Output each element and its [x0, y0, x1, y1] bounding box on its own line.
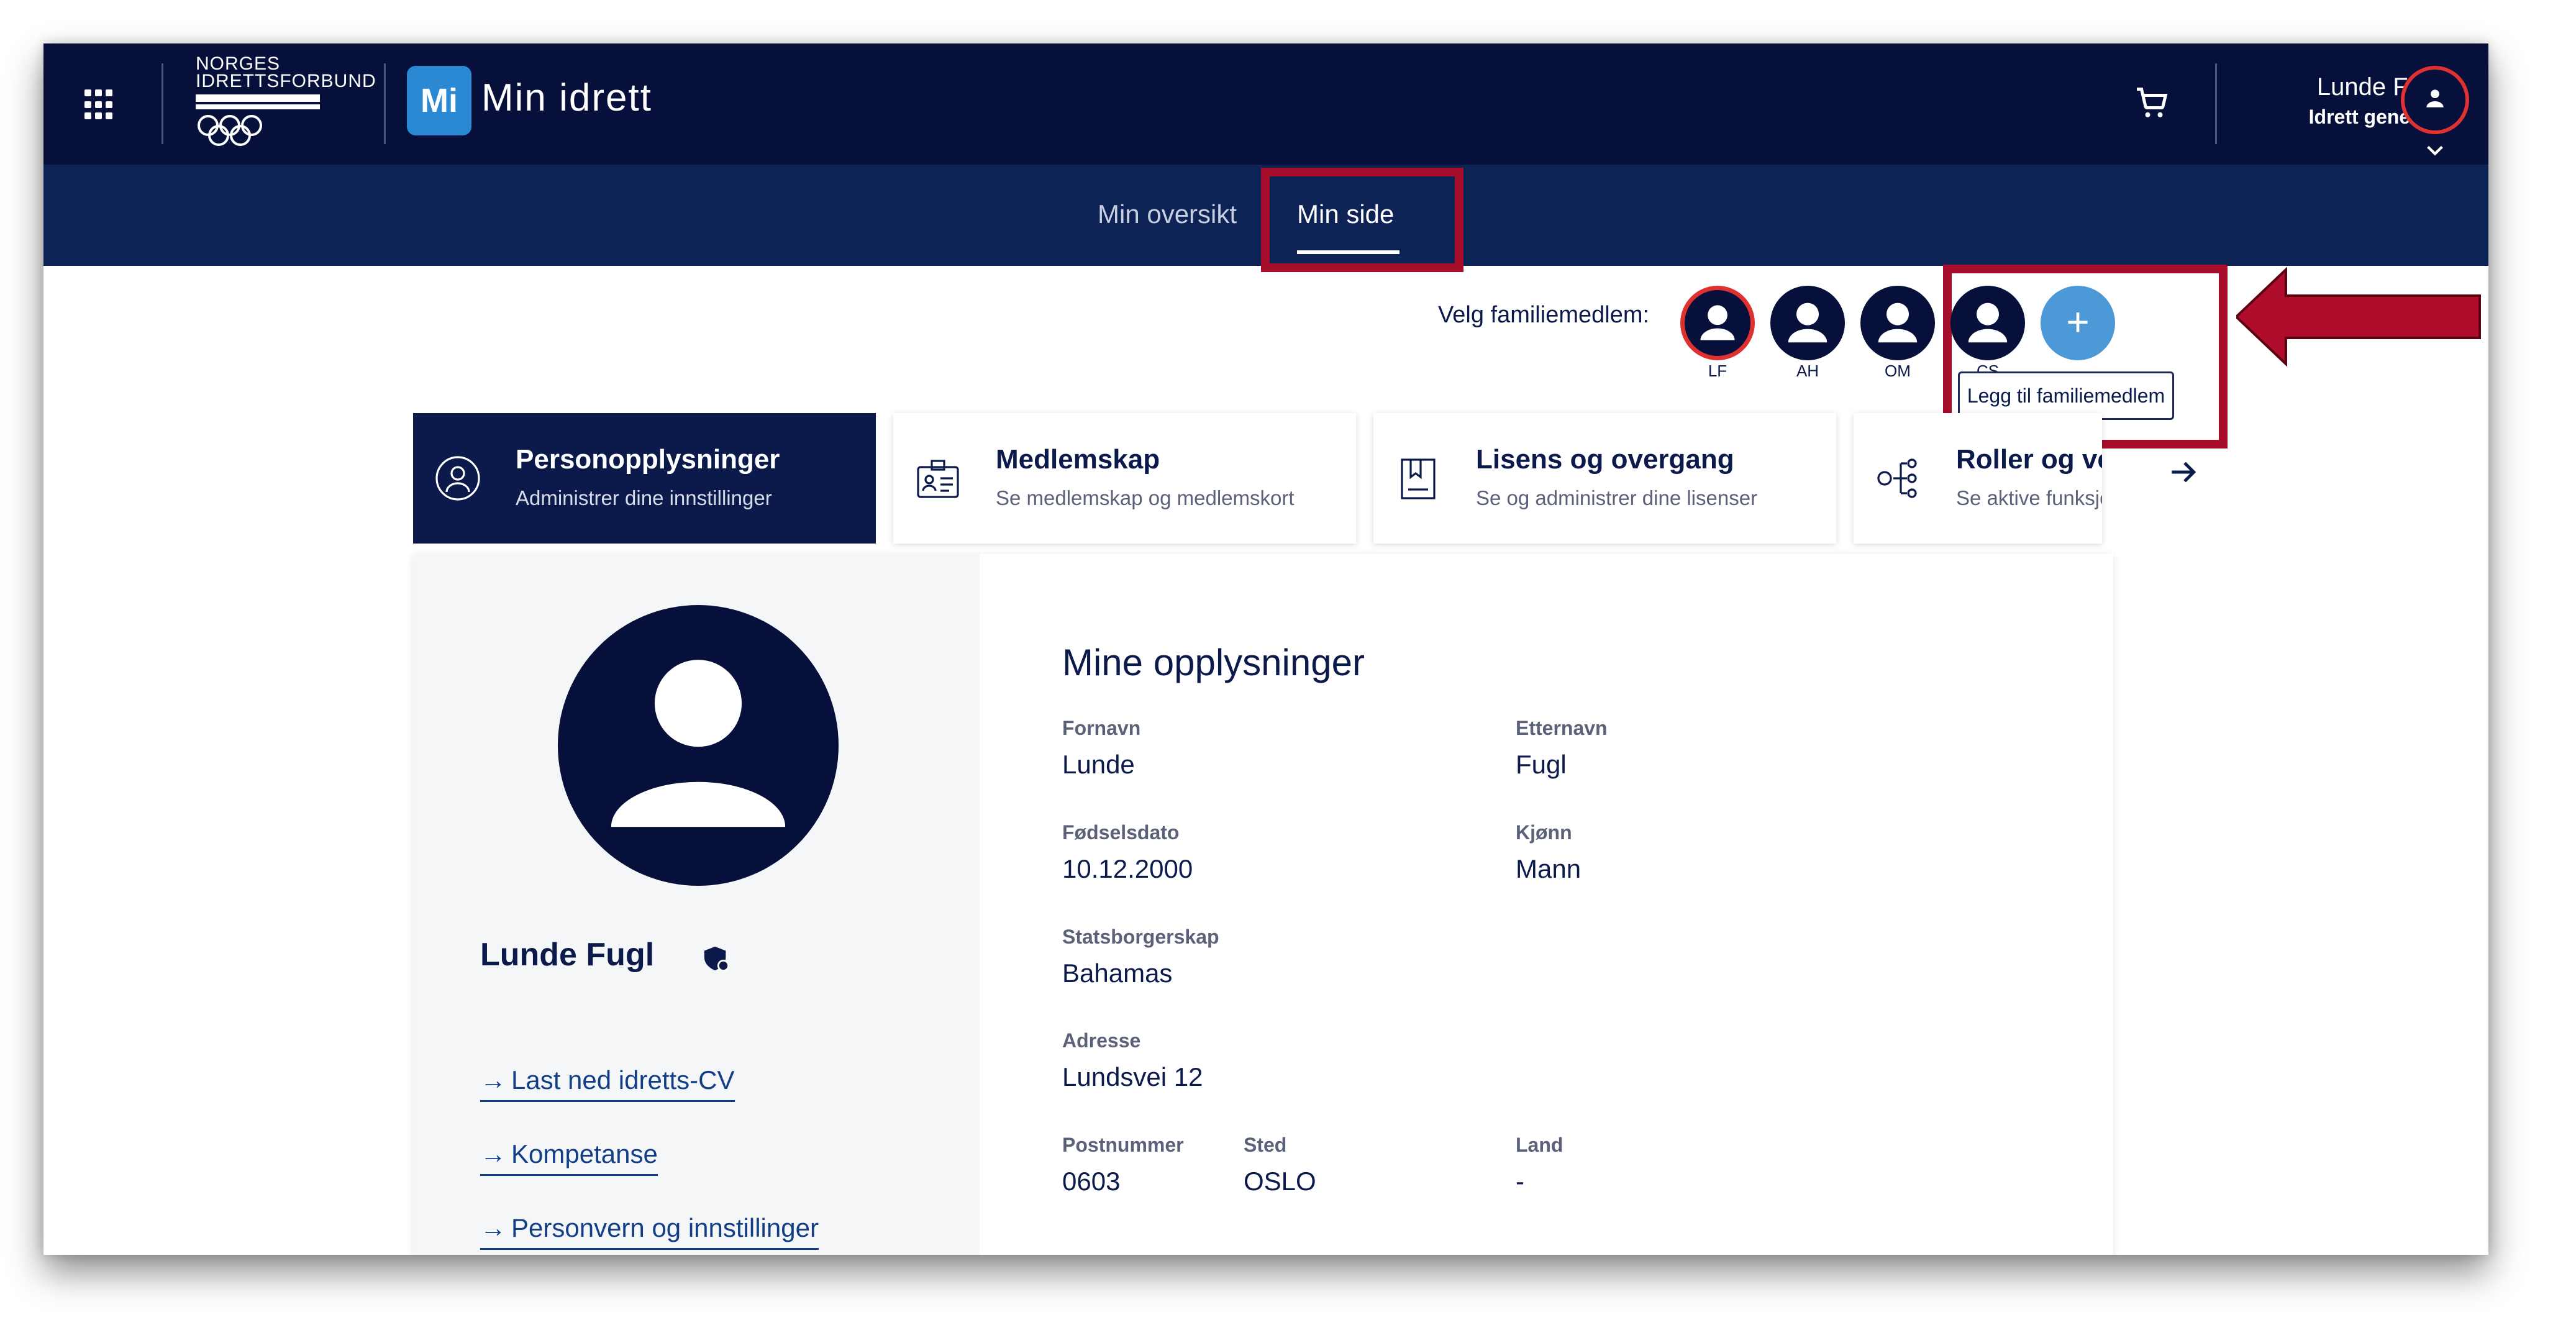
app-window: NORGES IDRETTSFORBUND Mi Min idrett Lund…	[43, 43, 2488, 1255]
family-member-cs[interactable]	[1950, 286, 2025, 360]
field-label-fodselsdato: Fødselsdato	[1062, 821, 1180, 844]
header-divider	[162, 63, 163, 144]
field-value-adresse: Lundsvei 12	[1062, 1062, 1203, 1091]
roles-tree-icon	[1877, 458, 1917, 498]
license-icon	[1401, 458, 1436, 499]
card-title: Lisens og overgang	[1476, 444, 1734, 475]
profile-name: Lunde Fugl	[480, 937, 655, 973]
id-card-icon	[917, 460, 959, 498]
link-label: Last ned idretts-CV	[511, 1065, 735, 1095]
card-title: Personopplysninger	[516, 444, 780, 475]
field-label-etternavn: Etternavn	[1516, 717, 1608, 739]
add-family-member-button[interactable]: +	[2041, 286, 2115, 360]
family-member-initials: AH	[1796, 362, 1819, 380]
person-circle-icon	[435, 456, 480, 501]
nif-logo: NORGES IDRETTSFORBUND	[196, 55, 376, 154]
field-value-sted: OSLO	[1244, 1167, 1316, 1196]
field-value-kjonn: Mann	[1516, 854, 1582, 883]
field-label-adresse: Adresse	[1062, 1029, 1141, 1052]
highlight-box-min-side	[1261, 168, 1463, 272]
field-label-land: Land	[1516, 1134, 1563, 1156]
field-label-sted: Sted	[1244, 1134, 1287, 1156]
card-title: Medlemskap	[996, 444, 1160, 475]
field-value-postnummer: 0603	[1062, 1167, 1121, 1196]
link-last-ned-idretts-cv[interactable]: → Last ned idretts-CV	[480, 1065, 735, 1102]
profile-sidebar: Lunde Fugl → Last ned idretts-CV → Kompeta…	[413, 554, 980, 1255]
card-roller[interactable]: Roller og ver Se aktive funksjo	[1854, 413, 2102, 544]
arrow-right-icon: →	[480, 1065, 506, 1095]
link-personvern-og-innstillinger[interactable]: → Personvern og innstillinger	[480, 1213, 819, 1250]
field-label-fornavn: Fornavn	[1062, 717, 1141, 739]
arrow-right-icon: →	[480, 1139, 506, 1168]
family-member-lf[interactable]	[1680, 286, 1755, 360]
logo-bar-thin	[196, 104, 320, 109]
field-label-statsborgerskap: Statsborgerskap	[1062, 926, 1219, 948]
card-subtitle: Se aktive funksjo	[1956, 486, 2102, 509]
link-label: Personvern og innstillinger	[511, 1213, 819, 1242]
cart-icon[interactable]	[2134, 84, 2171, 122]
person-icon	[1788, 303, 1827, 343]
red-arrow-annotation	[2236, 267, 2481, 366]
profile-panel: Lunde Fugl → Last ned idretts-CV → Kompeta…	[413, 554, 2113, 1255]
field-value-statsborgerskap: Bahamas	[1062, 958, 1173, 988]
family-member-initials: LF	[1708, 362, 1727, 380]
profile-avatar-icon	[558, 605, 839, 886]
app-title[interactable]: Min idrett	[481, 76, 652, 120]
field-label-kjonn: Kjønn	[1516, 821, 1572, 844]
chevron-down-icon[interactable]	[2424, 143, 2446, 158]
user-avatar[interactable]	[2401, 66, 2469, 134]
field-value-etternavn: Fugl	[1516, 750, 1567, 779]
header-divider	[2215, 63, 2217, 144]
person-icon	[2426, 89, 2444, 107]
tab-min-oversikt[interactable]: Min oversikt	[1098, 199, 1237, 229]
field-value-land: -	[1516, 1167, 1524, 1196]
header-divider	[384, 63, 386, 144]
card-personopplysninger[interactable]: Personopplysninger Administrer dine inns…	[413, 413, 876, 544]
person-icon	[1968, 303, 2008, 343]
arrow-right-icon[interactable]	[2168, 457, 2199, 488]
org-name-line2: IDRETTSFORBUND	[196, 71, 376, 91]
apps-grid-icon[interactable]	[84, 89, 116, 121]
family-member-initials: OM	[1885, 362, 1911, 380]
person-icon	[1878, 303, 1918, 343]
link-kompetanse[interactable]: → Kompetanse	[480, 1139, 658, 1176]
family-member-ah[interactable]	[1770, 286, 1845, 360]
info-section-title: Mine opplysninger	[1062, 642, 1365, 683]
logo-bar	[196, 94, 320, 102]
card-subtitle: Se og administrer dine lisenser	[1476, 486, 1758, 509]
person-icon	[1700, 305, 1735, 340]
field-label-postnummer: Postnummer	[1062, 1134, 1184, 1156]
card-lisens-og-overgang[interactable]: Lisens og overgang Se og administrer din…	[1373, 413, 1836, 544]
olympic-rings-icon	[198, 115, 262, 146]
link-label: Kompetanse	[511, 1139, 658, 1168]
card-subtitle: Se medlemskap og medlemskort	[996, 486, 1295, 509]
card-subtitle: Administrer dine innstillinger	[516, 486, 772, 509]
app-logo-badge[interactable]: Mi	[407, 66, 471, 135]
field-value-fodselsdato: 10.12.2000	[1062, 854, 1193, 883]
field-value-fornavn: Lunde	[1062, 750, 1135, 779]
card-title: Roller og ver	[1956, 444, 2102, 475]
top-header: NORGES IDRETTSFORBUND Mi Min idrett Lund…	[43, 43, 2488, 165]
card-medlemskap[interactable]: Medlemskap Se medlemskap og medlemskort	[893, 413, 1356, 544]
arrow-right-icon: →	[480, 1213, 506, 1242]
family-member-om[interactable]	[1860, 286, 1935, 360]
family-selector-label: Velg familiemedlem:	[1438, 302, 1650, 328]
shield-lock-icon	[704, 946, 730, 972]
